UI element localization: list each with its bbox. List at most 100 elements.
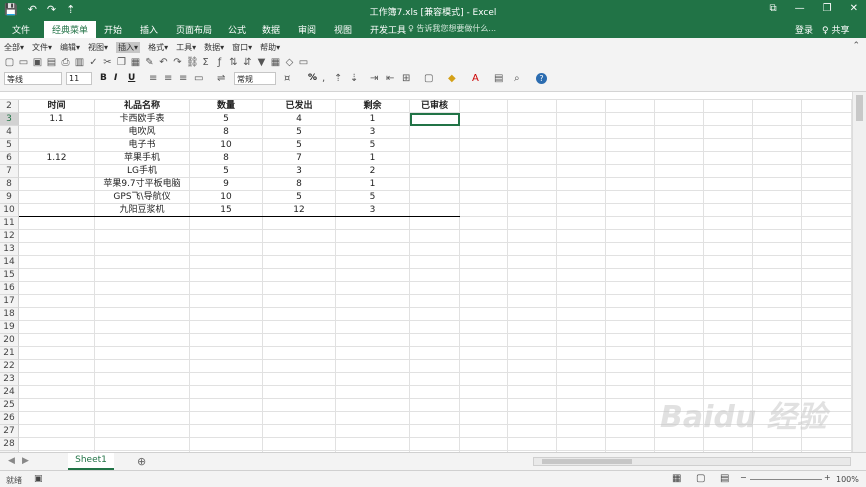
empty-cell[interactable] [655,269,704,282]
row-header[interactable]: 21 [0,347,19,360]
header-cell[interactable]: 剩余 [336,100,410,113]
function-icon[interactable]: ƒ [214,57,225,68]
empty-cell[interactable] [753,438,802,451]
empty-cell[interactable] [655,126,704,139]
empty-cell[interactable] [704,373,753,386]
tab-data[interactable]: 数据 [262,23,280,36]
empty-cell[interactable] [655,373,704,386]
empty-cell[interactable] [95,308,190,321]
empty-cell[interactable] [606,386,655,399]
empty-cell[interactable] [802,139,852,152]
row-header[interactable]: 10 [0,204,19,217]
clear-icon[interactable]: ▤ [494,73,503,84]
sort-asc-icon[interactable]: ⇅ [228,57,239,68]
empty-cell[interactable] [557,178,606,191]
row-header[interactable]: 15 [0,269,19,282]
empty-cell[interactable] [95,321,190,334]
empty-cell[interactable] [263,386,336,399]
empty-cell[interactable] [606,321,655,334]
empty-cell[interactable] [606,295,655,308]
empty-cell[interactable] [95,412,190,425]
border-style-icon[interactable]: ▢ [424,73,433,84]
table-cell[interactable]: 电子书 [95,139,190,152]
comment-icon[interactable]: ▭ [298,57,309,68]
table-cell[interactable]: 1 [336,178,410,191]
menu-edit[interactable]: 编辑▾ [60,42,80,53]
align-left-icon[interactable]: ≡ [149,73,157,84]
table-cell[interactable]: 5 [263,126,336,139]
hyperlink-icon[interactable]: ⛓ [186,57,199,68]
empty-cell[interactable] [263,217,336,230]
empty-cell[interactable] [508,256,557,269]
font-size-select[interactable]: 11 [66,72,92,85]
empty-cell[interactable] [802,204,852,217]
empty-cell[interactable] [410,308,460,321]
empty-cell[interactable] [557,152,606,165]
empty-cell[interactable] [263,412,336,425]
empty-cell[interactable] [460,139,508,152]
empty-cell[interactable] [557,269,606,282]
table-cell[interactable]: 5 [190,165,263,178]
table-cell[interactable] [410,139,460,152]
empty-cell[interactable] [606,269,655,282]
empty-cell[interactable] [557,204,606,217]
empty-cell[interactable] [263,282,336,295]
menu-insert[interactable]: 插入▾ [116,42,141,53]
empty-cell[interactable] [753,139,802,152]
empty-cell[interactable] [802,282,852,295]
empty-cell[interactable] [753,204,802,217]
row-header[interactable]: 8 [0,178,19,191]
table-cell[interactable]: 卡西欧手表 [95,113,190,126]
empty-cell[interactable] [606,204,655,217]
empty-cell[interactable] [19,386,95,399]
empty-cell[interactable] [753,334,802,347]
empty-cell[interactable] [557,256,606,269]
permission-icon[interactable]: ▤ [46,57,57,68]
empty-cell[interactable] [95,282,190,295]
empty-cell[interactable] [557,321,606,334]
row-header[interactable]: 27 [0,425,19,438]
empty-cell[interactable] [704,334,753,347]
tab-insert[interactable]: 插入 [140,23,158,36]
empty-cell[interactable] [753,230,802,243]
currency-icon[interactable]: ¤ [284,73,290,84]
table-cell[interactable] [410,191,460,204]
empty-cell[interactable] [508,178,557,191]
empty-cell[interactable] [460,282,508,295]
empty-cell[interactable] [263,321,336,334]
empty-cell[interactable] [802,334,852,347]
row-header[interactable]: 13 [0,243,19,256]
menu-file[interactable]: 文件▾ [32,42,52,53]
empty-cell[interactable] [606,165,655,178]
row-header[interactable]: 20 [0,334,19,347]
wrap-icon[interactable]: ⇌ [217,73,225,84]
tab-page-layout[interactable]: 页面布局 [176,23,212,36]
help-icon[interactable]: ? [536,73,547,84]
empty-cell[interactable] [263,230,336,243]
empty-cell[interactable] [460,178,508,191]
empty-cell[interactable] [802,295,852,308]
empty-cell[interactable] [704,113,753,126]
empty-cell[interactable] [508,295,557,308]
percent-button[interactable]: % [308,73,317,83]
empty-cell[interactable] [802,347,852,360]
comma-icon[interactable]: , [322,73,325,84]
table-cell[interactable]: 1 [336,113,410,126]
empty-cell[interactable] [655,360,704,373]
empty-cell[interactable] [508,126,557,139]
empty-cell[interactable] [460,269,508,282]
empty-cell[interactable] [460,217,508,230]
empty-cell[interactable] [19,373,95,386]
empty-cell[interactable] [508,230,557,243]
empty-cell[interactable] [508,412,557,425]
empty-cell[interactable] [460,256,508,269]
empty-cell[interactable] [508,308,557,321]
row-header[interactable]: 24 [0,386,19,399]
empty-cell[interactable] [95,399,190,412]
table-cell[interactable] [410,178,460,191]
empty-cell[interactable] [95,256,190,269]
table-cell[interactable]: 5 [263,191,336,204]
empty-cell[interactable] [704,230,753,243]
empty-cell[interactable] [263,269,336,282]
row-header[interactable]: 4 [0,126,19,139]
